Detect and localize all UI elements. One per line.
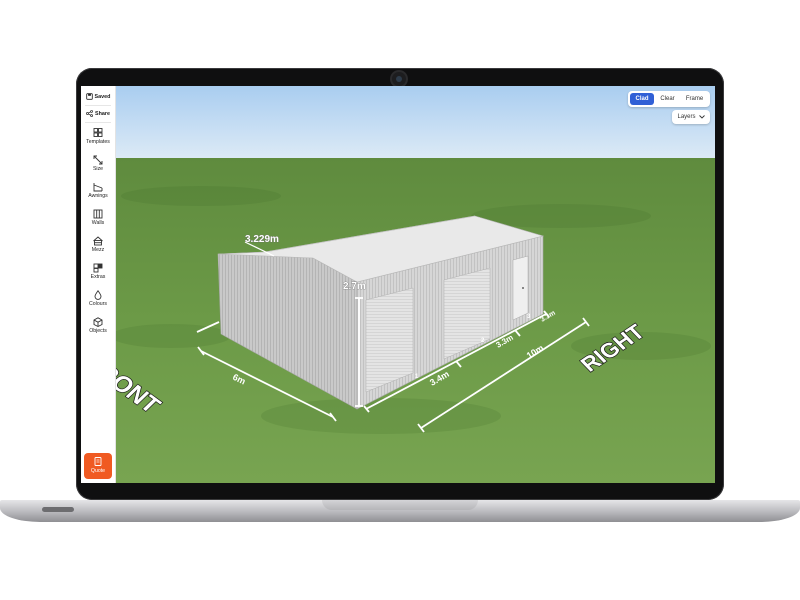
sky [81, 86, 715, 158]
laptop-base-notch [322, 500, 478, 510]
grid-icon [93, 128, 103, 137]
sidebar-divider [85, 105, 111, 106]
sidebar-item-label: Size [92, 166, 104, 172]
view-frame-button[interactable]: Frame [681, 93, 708, 105]
sidebar-item-walls[interactable]: Walls [81, 209, 115, 226]
layers-label: Layers [677, 114, 696, 120]
roof-pitch-label: 3.229m [245, 234, 279, 245]
laptop-port [42, 507, 74, 512]
save-icon [85, 93, 93, 100]
saved-label: Saved [94, 93, 111, 100]
saved-button[interactable]: Saved [83, 90, 113, 103]
webcam [392, 72, 406, 86]
extras-icon [93, 263, 103, 273]
sidebar-item-label: Templates [86, 139, 110, 145]
app-screen: 3.229m 2.7m 6m 3.4m 3.3m 3.3m 10m 1 2 3 … [81, 86, 715, 483]
view-mode-toggle: Clad Clear Frame [628, 91, 710, 107]
sidebar-divider [85, 122, 111, 123]
awning-icon [93, 183, 103, 192]
cube-icon [93, 317, 103, 327]
resize-arrows-icon [93, 155, 103, 165]
walls-icon [93, 209, 103, 219]
document-icon [94, 457, 102, 466]
sidebar-item-size[interactable]: Size [81, 155, 115, 172]
quote-label: Quote [90, 468, 106, 474]
quote-button[interactable]: Quote [84, 453, 112, 479]
sidebar-item-objects[interactable]: Objects [81, 317, 115, 334]
sidebar-item-templates[interactable]: Templates [81, 128, 115, 145]
3d-viewport[interactable]: 3.229m 2.7m 6m 3.4m 3.3m 3.3m 10m 1 2 3 … [81, 86, 715, 483]
sidebar-item-label: Awnings [88, 193, 108, 199]
access-door[interactable] [512, 255, 529, 321]
share-label: Share [95, 110, 110, 117]
sidebar-item-awnings[interactable]: Awnings [81, 182, 115, 199]
layers-dropdown[interactable]: Layers [672, 110, 710, 124]
sidebar-item-label: Walls [91, 220, 105, 226]
share-button[interactable]: Share [83, 107, 113, 120]
droplet-icon [94, 290, 102, 300]
sidebar-item-label: Mezz [91, 247, 105, 253]
view-clear-button[interactable]: Clear [655, 93, 680, 105]
view-clad-button[interactable]: Clad [630, 93, 654, 105]
left-sidebar: Saved Share Templates Size Awnings Walls… [81, 86, 116, 483]
sidebar-item-label: Colours [89, 301, 107, 307]
sidebar-item-extras[interactable]: Extras [81, 263, 115, 280]
sidebar-item-mezz[interactable]: Mezz [81, 236, 115, 253]
height-label: 2.7m [343, 281, 366, 292]
sidebar-item-label: Extras [90, 274, 106, 280]
share-icon [86, 110, 93, 117]
chevron-down-icon [698, 115, 705, 119]
sidebar-item-label: Objects [89, 328, 107, 334]
sidebar-item-colours[interactable]: Colours [81, 290, 115, 307]
house-icon [93, 236, 103, 246]
